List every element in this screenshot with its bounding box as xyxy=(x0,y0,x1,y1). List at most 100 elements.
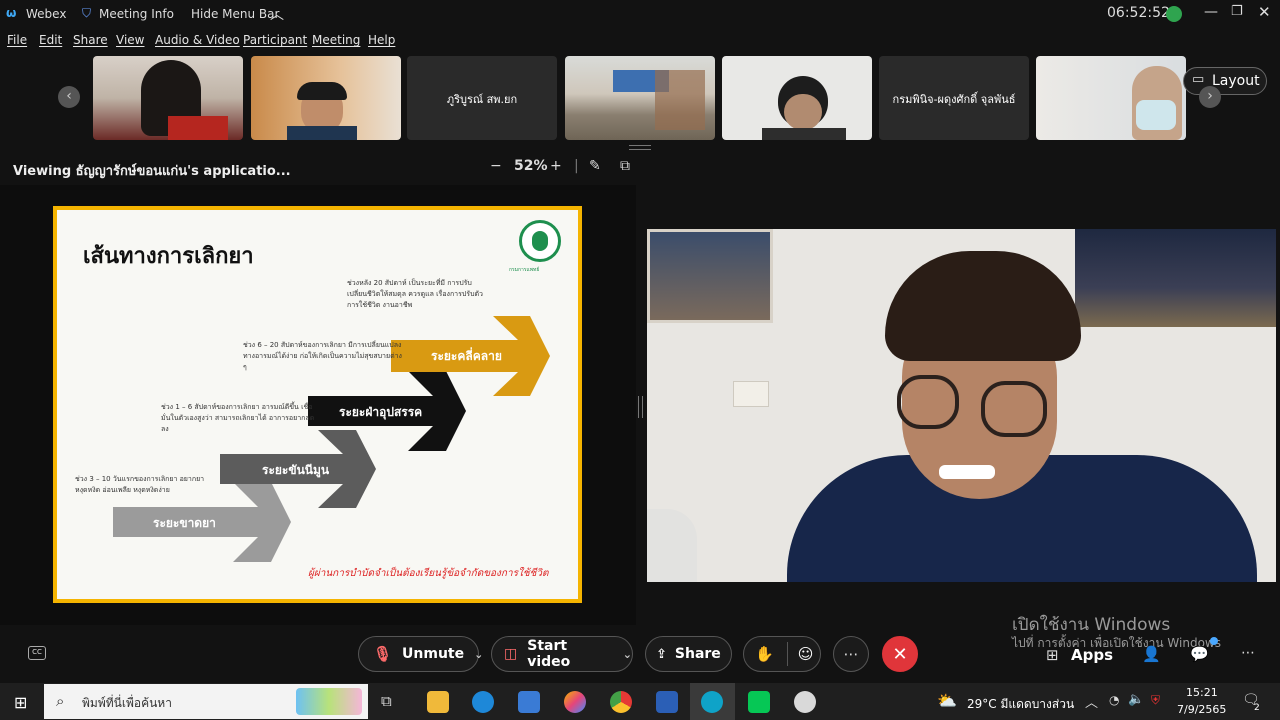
participant-tile[interactable] xyxy=(251,56,401,140)
store-icon[interactable] xyxy=(518,691,540,713)
mic-muted-icon: 🎙 xyxy=(373,645,393,663)
share-button[interactable]: ⇪ Share xyxy=(645,636,732,672)
menu-bar: File Edit Share View Audio & Video Parti… xyxy=(0,28,1280,52)
webex-logo-icon: ѡ xyxy=(6,6,17,20)
divider xyxy=(786,642,788,666)
menu-edit[interactable]: Edit xyxy=(39,33,62,47)
menu-audio-video[interactable]: Audio & Video xyxy=(155,33,240,47)
chevron-down-icon[interactable]: ⌄ xyxy=(623,648,632,661)
chevron-down-icon[interactable]: ⌄ xyxy=(474,648,483,661)
more-panels-icon[interactable]: ⋯ xyxy=(1241,645,1255,661)
zoom-out-button[interactable]: − xyxy=(490,158,502,174)
participant-tile[interactable] xyxy=(722,56,872,140)
stage-note-1: ช่วง 3 – 10 วันแรกของการเลิกยา อยากยา หง… xyxy=(75,475,205,494)
face-mask xyxy=(1136,100,1176,130)
paint-icon[interactable] xyxy=(794,691,816,713)
slide-footer: ผู้ผ่านการบำบัดจำเป็นต้องเรียนรู้ข้อจำกั… xyxy=(308,568,549,579)
participant-tile[interactable] xyxy=(565,56,715,140)
strip-prev-button[interactable]: ‹ xyxy=(58,86,80,108)
stage-label-1: ระยะขาดยา xyxy=(153,516,216,530)
apps-icon[interactable]: ⊞ xyxy=(1046,646,1059,664)
weather-text[interactable]: 29°C มีแดดบางส่วน xyxy=(967,695,1074,714)
start-video-button[interactable]: ◫ Start video ⌄ xyxy=(491,636,633,672)
zoom-level: 52% xyxy=(514,158,548,174)
volume-icon[interactable]: 🔈 xyxy=(1128,692,1144,707)
search-placeholder: พิมพ์ที่นี่เพื่อค้นหา xyxy=(82,696,172,710)
stage-label-3: ระยะฝ่าอุปสรรค xyxy=(339,405,423,419)
restore-icon[interactable]: ❐ xyxy=(1231,4,1243,19)
resize-handle-vertical[interactable] xyxy=(638,396,643,418)
apps-label[interactable]: Apps xyxy=(1071,646,1113,664)
menu-share[interactable]: Share xyxy=(73,33,108,47)
layout-label: Layout xyxy=(1212,73,1260,89)
camera-off-icon: ◫ xyxy=(504,646,518,662)
strip-next-button[interactable]: › xyxy=(1199,86,1221,108)
weather-icon[interactable]: ⛅ xyxy=(937,691,957,710)
emoji-reaction-icon[interactable]: ☺ xyxy=(798,645,814,663)
title-bar: ѡ Webex ⛉ Meeting Info Hide Menu Bar ︿ 0… xyxy=(0,0,1280,28)
meeting-info-link[interactable]: Meeting Info xyxy=(99,7,174,21)
wall-picture xyxy=(1075,229,1276,327)
participants-icon[interactable]: 👤 xyxy=(1142,645,1161,663)
menu-participant[interactable]: Participant xyxy=(243,33,307,47)
annotate-icon[interactable]: ✎ xyxy=(589,158,601,174)
line-icon[interactable] xyxy=(748,691,770,713)
file-explorer-icon[interactable] xyxy=(427,691,449,713)
menu-meeting[interactable]: Meeting xyxy=(312,33,360,47)
person-clothing xyxy=(762,128,846,140)
captions-icon[interactable]: CC xyxy=(28,646,46,660)
person-mouth xyxy=(939,465,995,479)
network-status-icon xyxy=(1166,6,1182,22)
windows-start-icon[interactable]: ⊞ xyxy=(14,693,27,712)
unmute-button[interactable]: 🎙 Unmute ⌄ xyxy=(358,636,483,672)
raise-hand-icon[interactable]: ✋ xyxy=(755,645,774,663)
taskbar-search-box[interactable]: ⌕ พิมพ์ที่นี่เพื่อค้นหา xyxy=(44,684,368,719)
zoom-in-button[interactable]: + xyxy=(550,158,562,174)
wall-picture xyxy=(647,229,773,323)
shield-icon: ⛉ xyxy=(82,6,92,20)
participant-tile[interactable] xyxy=(1036,56,1186,140)
taskbar-date[interactable]: 7/9/2565 xyxy=(1177,703,1226,716)
person-hair xyxy=(885,251,1081,361)
antivirus-icon[interactable]: ⛨ xyxy=(1151,693,1160,708)
chat-icon[interactable]: 💬 xyxy=(1190,645,1209,663)
stage-label-4: ระยะคลี่คลาย xyxy=(431,349,502,363)
chat-notification-dot xyxy=(1210,637,1218,645)
more-options-button[interactable]: ⋯ xyxy=(833,636,869,672)
edge-icon[interactable] xyxy=(472,691,494,713)
participant-tile[interactable]: กรมพินิจ-ผดุงศักดิ์ จุลพันธ์ xyxy=(879,56,1029,140)
chevron-up-icon[interactable]: ︿ xyxy=(270,4,284,24)
pop-out-icon[interactable]: ⧉ xyxy=(620,158,630,174)
chrome-icon[interactable] xyxy=(610,691,632,713)
photos-icon[interactable] xyxy=(564,691,586,713)
meeting-clock: 06:52:52 xyxy=(1107,5,1170,21)
participant-tile[interactable] xyxy=(93,56,243,140)
glasses-right xyxy=(981,381,1047,437)
stage-note-4: ช่วงหลัง 20 สัปดาห์ เป็นระยะที่มี การปรั… xyxy=(347,279,483,309)
minimize-icon[interactable]: — xyxy=(1204,4,1218,20)
word-icon[interactable] xyxy=(656,691,678,713)
taskbar-active-app[interactable] xyxy=(690,683,735,720)
menu-help[interactable]: Help xyxy=(368,33,395,47)
tray-chevron-up-icon[interactable]: ︿ xyxy=(1085,692,1098,711)
stage-note-3: ช่วง 6 – 20 สัปดาห์ของการเลิกยา มีการเปล… xyxy=(243,341,402,371)
task-view-icon[interactable]: ⧉ xyxy=(381,692,392,710)
hide-menu-bar-button[interactable]: Hide Menu Bar xyxy=(191,7,279,21)
glasses-left xyxy=(897,375,959,429)
taskbar-time[interactable]: 15:21 xyxy=(1186,686,1218,699)
app-name: Webex xyxy=(26,7,67,21)
participant-name: ภูริบูรณ์ สพ.ยก xyxy=(446,93,518,106)
layout-button[interactable]: ▭ Layout xyxy=(1183,67,1267,95)
close-icon[interactable]: ✕ xyxy=(1258,3,1271,21)
menu-file[interactable]: File xyxy=(7,33,27,47)
stage-label-2: ระยะขันนีมูน xyxy=(262,463,330,477)
start-video-label: Start video xyxy=(527,638,571,670)
menu-view[interactable]: View xyxy=(116,33,144,47)
resize-handle-horizontal[interactable] xyxy=(629,145,651,150)
notification-count: 2 xyxy=(1254,703,1260,713)
toolbar-divider: | xyxy=(574,158,579,174)
chair xyxy=(647,509,697,582)
participant-tile[interactable]: ภูริบูรณ์ สพ.ยก xyxy=(407,56,557,140)
wifi-icon[interactable]: ◔ xyxy=(1109,693,1119,707)
end-call-button[interactable]: ✕ xyxy=(882,636,918,672)
